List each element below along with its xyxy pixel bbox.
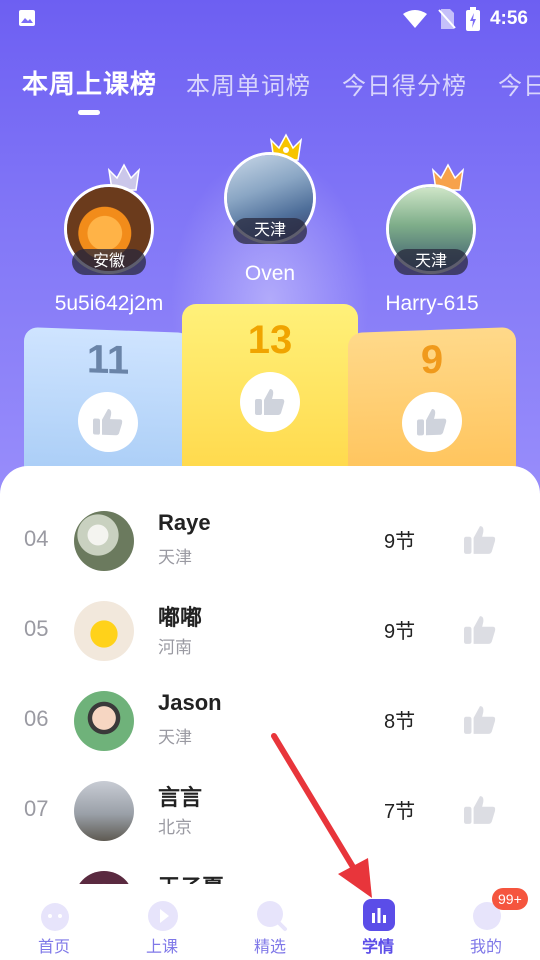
user-region: 天津	[158, 548, 192, 567]
first-place-score: 13	[247, 318, 293, 362]
stats-bar-icon	[363, 899, 395, 931]
thumbs-up-icon[interactable]	[462, 704, 498, 736]
list-item[interactable]: 05 嘟嘟 河南 9节	[0, 586, 540, 676]
user-region: 北京	[158, 818, 192, 837]
clock: 4:56	[489, 8, 528, 29]
rank-number: 07	[24, 796, 49, 821]
third-place-name: Harry-615	[385, 292, 479, 315]
class-count: 9节	[384, 621, 416, 643]
third-place-region: 天津	[394, 249, 468, 275]
tab-daily-more[interactable]: 今日	[498, 66, 540, 101]
gallery-icon	[19, 10, 35, 26]
list-item[interactable]: 04 Raye 天津 9节	[0, 496, 540, 586]
second-place-score: 11	[86, 337, 130, 383]
no-sim-icon	[438, 9, 456, 29]
second-place-name: 5u5i642j2m	[54, 292, 164, 315]
home-face-icon	[41, 903, 69, 931]
battery-icon	[465, 7, 480, 31]
nav-label: 精选	[253, 939, 286, 956]
third-place-score: 9	[420, 337, 444, 383]
active-tab-indicator	[78, 110, 100, 115]
list-item[interactable]: 06 Jason 天津 8节	[0, 676, 540, 766]
nav-class[interactable]: 上课	[108, 884, 216, 960]
rank-number: 05	[24, 616, 49, 641]
class-play-icon	[148, 901, 178, 931]
user-name: Jason	[158, 690, 222, 715]
first-place-name: Oven	[244, 262, 296, 285]
notification-badge: 99+	[492, 888, 528, 910]
user-region: 天津	[158, 728, 192, 747]
thumbs-up-icon	[255, 389, 285, 415]
status-bar: 4:56	[0, 0, 540, 38]
first-place-region: 天津	[233, 218, 307, 244]
class-count: 9节	[384, 531, 416, 553]
user-name: 嘟嘟	[158, 605, 203, 630]
thumbs-up-icon[interactable]	[462, 524, 498, 556]
nav-label: 首页	[37, 939, 70, 956]
podium-third: 9	[348, 327, 516, 483]
thumbs-up-icon	[93, 409, 123, 436]
user-name: Raye	[158, 510, 211, 535]
avatar[interactable]	[74, 601, 134, 661]
nav-study-stats[interactable]: 学情	[324, 884, 432, 960]
nav-label: 我的	[469, 939, 502, 956]
wifi-icon	[402, 10, 427, 28]
user-name: 言言	[158, 785, 203, 810]
bottom-nav: 首页 上课 精选 学情 99+ 我的	[0, 884, 540, 960]
featured-search-icon	[257, 901, 287, 931]
class-count: 7节	[384, 801, 416, 823]
avatar[interactable]	[74, 511, 134, 571]
tab-weekly-words[interactable]: 本周单词榜	[186, 66, 311, 101]
tab-daily-score[interactable]: 今日得分榜	[342, 66, 467, 101]
nav-home[interactable]: 首页	[0, 884, 108, 960]
podium-second: 11	[24, 327, 192, 483]
rank-number: 04	[24, 526, 49, 551]
like-third-button[interactable]	[402, 390, 462, 454]
avatar[interactable]	[74, 781, 134, 841]
thumbs-up-icon[interactable]	[462, 794, 498, 826]
nav-featured[interactable]: 精选	[216, 884, 324, 960]
user-region: 河南	[158, 638, 192, 657]
class-count: 8节	[384, 711, 416, 733]
nav-profile[interactable]: 99+ 我的	[432, 884, 540, 960]
tab-weekly-class[interactable]: 本周上课榜	[22, 64, 157, 101]
thumbs-up-icon[interactable]	[462, 614, 498, 646]
podium-first: 13	[182, 304, 358, 480]
list-item[interactable]: 07 言言 北京 7节	[0, 766, 540, 856]
like-second-button[interactable]	[78, 390, 138, 454]
rank-number: 06	[24, 706, 49, 731]
second-place-region: 安徽	[72, 249, 146, 275]
nav-label: 学情	[361, 939, 394, 956]
thumbs-up-icon	[417, 408, 447, 436]
nav-label: 上课	[145, 939, 178, 956]
like-first-button[interactable]	[240, 372, 300, 432]
avatar[interactable]	[74, 691, 134, 751]
